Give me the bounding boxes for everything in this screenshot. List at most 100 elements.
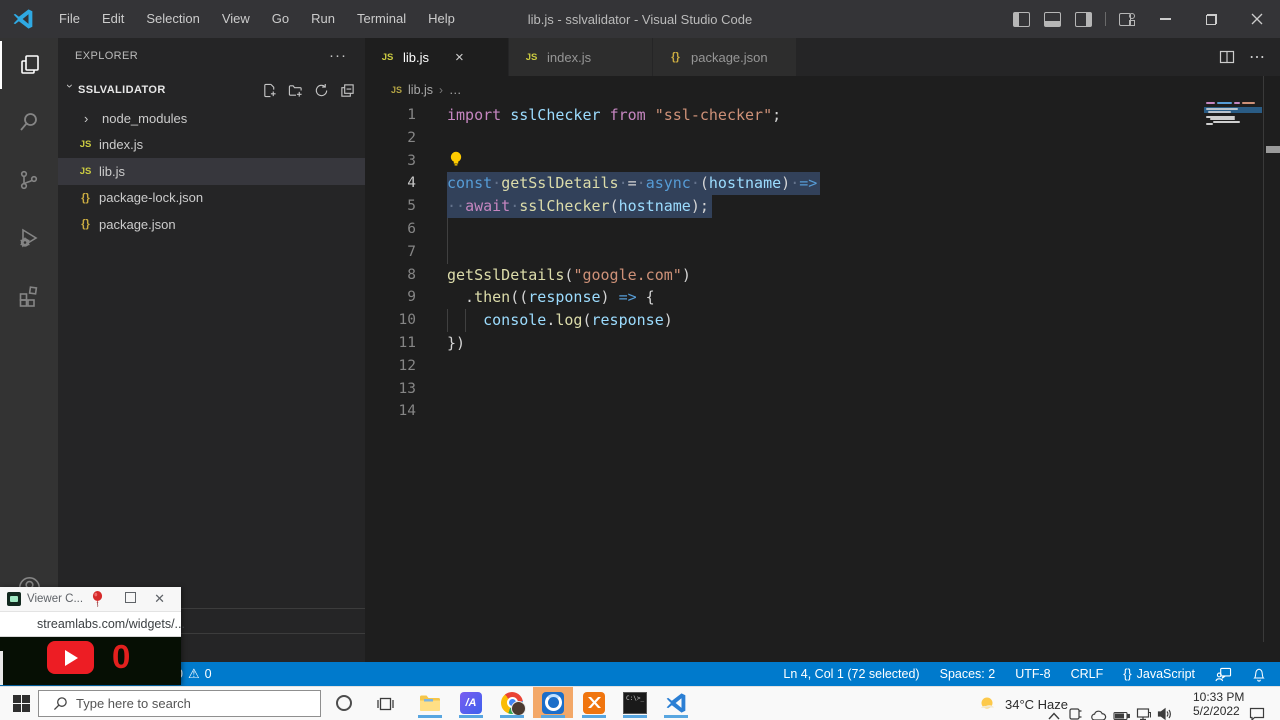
menu-file[interactable]: File: [48, 0, 91, 38]
source-control-icon[interactable]: [0, 156, 58, 204]
new-file-icon[interactable]: [262, 83, 277, 98]
onedrive-cloud-icon[interactable]: [1090, 699, 1107, 720]
customize-layout-icon[interactable]: [1119, 12, 1135, 26]
file-item-node_modules[interactable]: ›node_modules: [58, 105, 365, 132]
code-line-3[interactable]: 3: [365, 150, 1280, 173]
cortana-icon[interactable]: [336, 695, 352, 711]
line-number: 10: [365, 309, 416, 332]
encoding[interactable]: UTF-8: [1015, 667, 1050, 681]
toggle-secondary-sidebar-icon[interactable]: [1075, 12, 1092, 27]
code-line-7[interactable]: 7: [365, 241, 1280, 264]
code-line-5[interactable]: 5··await·sslChecker(hostname);: [365, 195, 1280, 218]
code-line-9[interactable]: 9 .then((response) => {: [365, 286, 1280, 309]
tab-package.json[interactable]: {}package.json: [653, 38, 797, 76]
explorer-section-header[interactable]: › SSLVALIDATOR: [58, 78, 365, 102]
toggle-sidebar-icon[interactable]: [1013, 12, 1030, 27]
language-mode[interactable]: {} JavaScript: [1123, 667, 1195, 681]
tray-expand-icon[interactable]: [1048, 699, 1060, 720]
explorer-header: EXPLORER ···: [58, 38, 365, 73]
breadcrumb-symbol[interactable]: …: [449, 83, 462, 97]
search-icon[interactable]: [0, 98, 58, 146]
refresh-icon[interactable]: [314, 83, 329, 98]
new-folder-icon[interactable]: [288, 83, 303, 98]
viewer-count-window[interactable]: Viewer C... ✕ streamlabs.com/widgets/...…: [0, 587, 181, 685]
network-icon[interactable]: [1136, 697, 1151, 720]
file-explorer-taskbar-icon[interactable]: [410, 687, 450, 718]
run-debug-icon[interactable]: [0, 214, 58, 262]
scrollbar-thumb[interactable]: [1266, 146, 1280, 153]
streamlabs-taskbar-icon[interactable]: [533, 687, 573, 718]
collapse-all-icon[interactable]: [340, 83, 355, 98]
file-item-lib.js[interactable]: JSlib.js: [58, 158, 365, 185]
code-line-8[interactable]: 8getSslDetails("google.com"): [365, 264, 1280, 287]
restore-button[interactable]: [1188, 0, 1234, 38]
editor-divider: [1263, 76, 1264, 642]
device-tray-icon[interactable]: [1068, 697, 1083, 720]
overlay-address-bar[interactable]: streamlabs.com/widgets/...: [0, 612, 181, 637]
start-button-icon[interactable]: [13, 695, 30, 712]
xampp-taskbar-icon[interactable]: [574, 687, 614, 718]
volume-icon[interactable]: [1157, 697, 1172, 720]
extensions-icon[interactable]: [0, 272, 58, 320]
json-file-icon: {}: [77, 192, 94, 204]
explorer-icon[interactable]: [0, 41, 58, 89]
section-actions: [262, 83, 355, 98]
close-button[interactable]: [1234, 0, 1280, 38]
action-center-icon[interactable]: [1249, 697, 1265, 720]
taskbar-search-input[interactable]: Type here to search: [38, 690, 321, 717]
lightbulb-icon[interactable]: [448, 150, 464, 167]
overlay-url[interactable]: streamlabs.com/widgets/...: [37, 617, 185, 631]
explorer-more-actions-icon[interactable]: ···: [329, 47, 347, 64]
eol-sequence[interactable]: CRLF: [1071, 667, 1104, 681]
code-line-11[interactable]: 11}): [365, 332, 1280, 355]
file-item-package.json[interactable]: {}package.json: [58, 211, 365, 238]
code-line-13[interactable]: 13: [365, 378, 1280, 401]
code-editor[interactable]: 1import sslChecker from "ssl-checker";23…: [365, 104, 1280, 423]
terminal-taskbar-icon[interactable]: C:\>_: [615, 687, 655, 718]
cursor-position[interactable]: Ln 4, Col 1 (72 selected): [783, 667, 919, 681]
breadcrumb-file[interactable]: lib.js: [408, 83, 433, 97]
breadcrumb[interactable]: JS lib.js › …: [365, 76, 1280, 104]
feedback-icon[interactable]: [1215, 667, 1232, 682]
braces-icon: {}: [1123, 667, 1131, 681]
menu-terminal[interactable]: Terminal: [346, 0, 417, 38]
menu-run[interactable]: Run: [300, 0, 346, 38]
split-editor-icon[interactable]: [1219, 49, 1235, 65]
editor-tab-bar: JSlib.js×JSindex.js{}package.json: [365, 38, 1280, 76]
task-view-icon[interactable]: [377, 696, 394, 712]
tab-lib.js[interactable]: JSlib.js×: [365, 38, 509, 76]
code-line-2[interactable]: 2: [365, 127, 1280, 150]
toggle-panel-icon[interactable]: [1044, 12, 1061, 27]
code-line-14[interactable]: 14: [365, 400, 1280, 423]
menu-go[interactable]: Go: [261, 0, 300, 38]
indentation[interactable]: Spaces: 2: [940, 667, 996, 681]
code-line-1[interactable]: 1import sslChecker from "ssl-checker";: [365, 104, 1280, 127]
date: 5/2/2022: [1193, 704, 1244, 718]
minimize-button[interactable]: [1142, 0, 1188, 38]
bell-icon[interactable]: [1252, 667, 1266, 682]
purple-a-app-icon[interactable]: /A: [451, 687, 491, 718]
file-item-package-lock.json[interactable]: {}package-lock.json: [58, 185, 365, 212]
menu-selection[interactable]: Selection: [135, 0, 210, 38]
overlay-close-button[interactable]: ✕: [154, 591, 165, 607]
close-tab-icon[interactable]: ×: [455, 49, 464, 66]
menu-edit[interactable]: Edit: [91, 0, 135, 38]
more-actions-icon[interactable]: ⋯: [1249, 47, 1266, 67]
tab-index.js[interactable]: JSindex.js: [509, 38, 653, 76]
menu-help[interactable]: Help: [417, 0, 466, 38]
overlay-titlebar[interactable]: Viewer C... ✕: [0, 587, 181, 612]
menu-view[interactable]: View: [211, 0, 261, 38]
chrome-taskbar-icon[interactable]: [492, 687, 532, 718]
line-content: getSslDetails("google.com"): [447, 264, 691, 287]
battery-icon[interactable]: [1113, 699, 1130, 720]
site-favicon: [7, 592, 21, 606]
overlay-maximize-button[interactable]: [125, 592, 136, 603]
vscode-taskbar-icon[interactable]: [656, 687, 696, 718]
balloon-icon: [91, 591, 104, 607]
taskbar-clock[interactable]: 10:33 PM 5/2/2022: [1193, 690, 1244, 718]
code-line-10[interactable]: 10 console.log(response): [365, 309, 1280, 332]
code-line-4[interactable]: 4const·getSslDetails·=·async·(hostname)·…: [365, 172, 1280, 195]
file-item-index.js[interactable]: JSindex.js: [58, 132, 365, 159]
code-line-12[interactable]: 12: [365, 355, 1280, 378]
code-line-6[interactable]: 6: [365, 218, 1280, 241]
